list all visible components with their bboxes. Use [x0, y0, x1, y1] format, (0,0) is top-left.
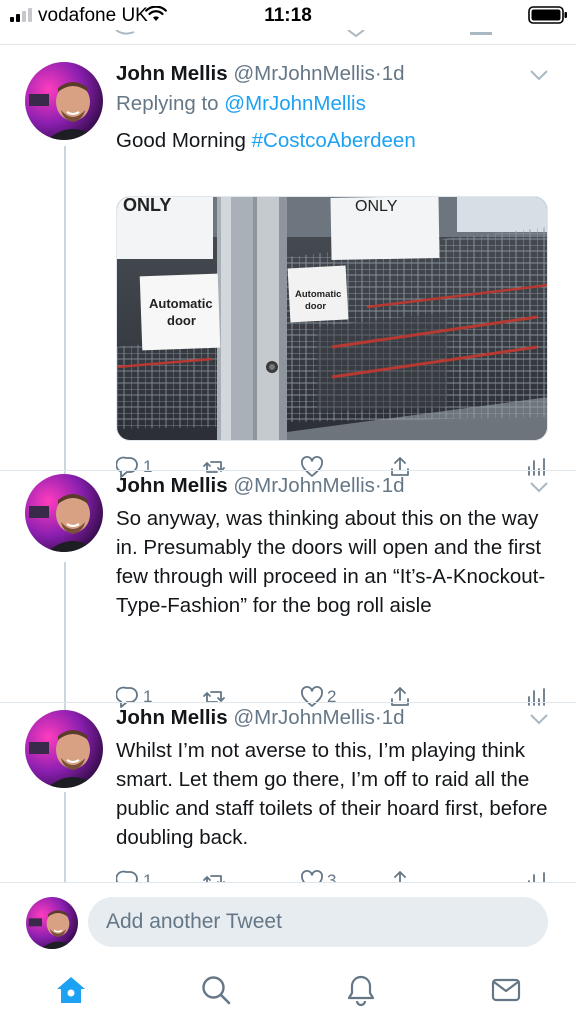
- like-count: 3: [327, 871, 337, 882]
- like-button[interactable]: 3: [300, 866, 336, 882]
- replying-to-handle[interactable]: @MrJohnMellis: [224, 92, 366, 115]
- replying-to-label: Replying to: [116, 92, 225, 115]
- tweet-time: 1d: [381, 62, 405, 85]
- messages-icon: [491, 978, 521, 1002]
- status-bar: vodafone UK 11:18: [0, 0, 576, 30]
- tweet-header: John Mellis @MrJohnMellis·1d: [116, 62, 405, 92]
- author-name[interactable]: John Mellis: [116, 62, 228, 85]
- author-handle[interactable]: @MrJohnMellis: [233, 706, 375, 729]
- avatar[interactable]: [26, 897, 78, 949]
- separator: ·: [374, 706, 382, 729]
- author-name[interactable]: John Mellis: [116, 706, 228, 729]
- share-button[interactable]: [388, 866, 412, 882]
- svg-text:ONLY: ONLY: [355, 198, 398, 215]
- search-icon: [202, 976, 231, 1005]
- svg-text:door: door: [305, 301, 326, 312]
- divider: [0, 702, 576, 703]
- retweet-button[interactable]: [202, 866, 226, 882]
- status-time: 11:18: [264, 5, 312, 26]
- analytics-button[interactable]: [524, 866, 548, 882]
- tab-messages[interactable]: [490, 974, 522, 1006]
- tweet[interactable]: John Mellis @MrJohnMellis·1d Whilst I’m …: [0, 706, 576, 882]
- chevron-down-icon[interactable]: [530, 714, 548, 725]
- tab-search[interactable]: [200, 974, 232, 1006]
- tweet-text-body: Good Morning: [116, 129, 252, 152]
- tweet-header: John Mellis @MrJohnMellis·1d: [116, 474, 405, 504]
- reply-count: 1: [143, 687, 153, 706]
- reply-button[interactable]: 1: [116, 866, 152, 882]
- conversation-feed[interactable]: John Mellis @MrJohnMellis·1d Replying to…: [0, 30, 576, 882]
- svg-text:Automatic: Automatic: [149, 296, 213, 311]
- avatar[interactable]: [25, 474, 103, 552]
- avatar[interactable]: [25, 710, 103, 788]
- chevron-down-icon[interactable]: [530, 482, 548, 493]
- divider: [0, 470, 576, 471]
- svg-text:Automatic: Automatic: [295, 289, 341, 300]
- tweet-text: Good Morning #CostcoAberdeen: [116, 126, 556, 155]
- reply-count: 1: [143, 871, 153, 882]
- tweet-text: Whilst I’m not averse to this, I’m playi…: [116, 739, 548, 849]
- author-handle[interactable]: @MrJohnMellis: [233, 474, 375, 497]
- tab-notifications[interactable]: [345, 974, 377, 1007]
- tweet[interactable]: John Mellis @MrJohnMellis·1d Replying to…: [0, 62, 576, 478]
- hashtag-link[interactable]: #CostcoAberdeen: [252, 129, 416, 152]
- previous-tweet-peek: [115, 30, 492, 38]
- svg-text:ONLY: ONLY: [123, 197, 171, 215]
- tab-home[interactable]: [55, 974, 87, 1006]
- author-handle[interactable]: @MrJohnMellis: [233, 62, 375, 85]
- divider: [0, 44, 576, 45]
- tweet-text: So anyway, was thinking about this on th…: [116, 507, 546, 617]
- svg-text:door: door: [167, 313, 196, 328]
- replying-to: Replying to @MrJohnMellis: [116, 92, 366, 116]
- tweet[interactable]: John Mellis @MrJohnMellis·1d So anyway, …: [0, 474, 576, 708]
- tab-bar: [0, 960, 576, 1024]
- tweet-time: 1d: [381, 474, 405, 497]
- reply-compose-bar: [0, 882, 576, 960]
- like-count: 2: [327, 687, 337, 706]
- reply-icon: [116, 870, 138, 882]
- chevron-down-icon[interactable]: [530, 70, 548, 81]
- heart-icon: [301, 870, 323, 882]
- separator: ·: [374, 62, 382, 85]
- share-icon: [394, 871, 406, 882]
- add-tweet-input[interactable]: [88, 897, 548, 947]
- tweet-actions: 1 3: [116, 866, 556, 882]
- avatar[interactable]: [25, 62, 103, 140]
- author-name[interactable]: John Mellis: [116, 474, 228, 497]
- analytics-icon: [528, 872, 545, 882]
- battery-icon: [528, 6, 567, 24]
- retweet-icon: [203, 875, 225, 882]
- photo-glass-doors: ONLY ONLY Automatic door Automatic door: [117, 197, 547, 440]
- tweet-header: John Mellis @MrJohnMellis·1d: [116, 706, 405, 736]
- home-icon: [57, 977, 85, 1003]
- tweet-photo[interactable]: ONLY ONLY Automatic door Automatic door: [116, 196, 548, 441]
- notifications-icon: [347, 975, 375, 1007]
- separator: ·: [374, 474, 382, 497]
- tweet-time: 1d: [381, 706, 405, 729]
